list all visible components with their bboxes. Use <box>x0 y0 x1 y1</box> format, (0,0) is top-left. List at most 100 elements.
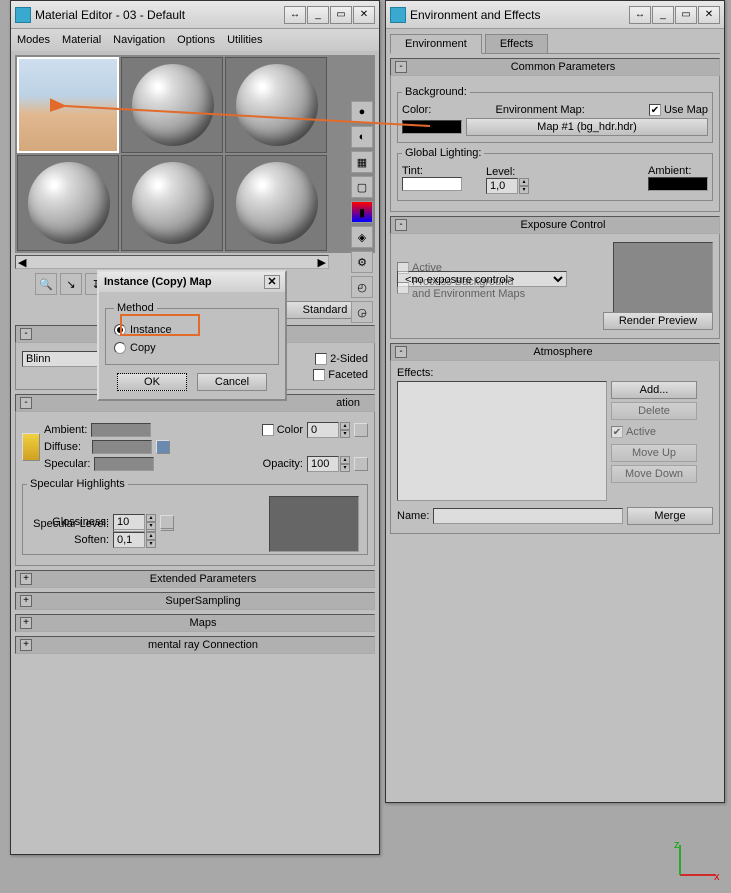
app-icon <box>15 7 31 23</box>
menu-utilities[interactable]: Utilities <box>227 34 262 46</box>
effects-listbox[interactable] <box>397 381 607 501</box>
make-preview-icon[interactable]: ◈ <box>351 226 373 248</box>
atmosphere-header[interactable]: -Atmosphere <box>390 343 720 361</box>
material-slot-6[interactable] <box>225 155 327 251</box>
get-material-icon[interactable]: 🔍 <box>35 273 57 295</box>
pin-icon[interactable]: ↔ <box>629 6 651 24</box>
tab-environment[interactable]: Environment <box>390 34 482 54</box>
exposure-control-header[interactable]: -Exposure Control <box>390 216 720 234</box>
dialog-title: Instance (Copy) Map <box>104 276 212 288</box>
diffuse-map-button[interactable] <box>156 440 170 454</box>
put-to-scene-icon[interactable]: ↘ <box>60 273 82 295</box>
close-icon[interactable]: ✕ <box>698 6 720 24</box>
name-field[interactable] <box>433 508 623 524</box>
material-slot-3[interactable] <box>225 57 327 153</box>
opacity-map-button[interactable] <box>354 457 368 471</box>
name-label: Name: <box>397 510 429 522</box>
map-slot-button[interactable] <box>354 423 368 437</box>
spinner-up-icon[interactable]: ▴ <box>340 422 350 430</box>
spinner-down-icon[interactable]: ▾ <box>340 464 350 472</box>
copy-radio[interactable]: Copy <box>114 342 156 354</box>
tab-effects[interactable]: Effects <box>485 34 548 54</box>
select-by-material-icon[interactable]: ◴ <box>351 276 373 298</box>
two-sided-checkbox[interactable]: 2-Sided <box>315 353 368 365</box>
extended-params-rollout[interactable]: +Extended Parameters <box>15 570 375 588</box>
diffuse-color-swatch[interactable] <box>92 440 152 454</box>
video-check-icon[interactable]: ▮ <box>351 201 373 223</box>
close-icon[interactable]: ✕ <box>264 275 280 289</box>
menu-material[interactable]: Material <box>62 34 101 46</box>
faceted-checkbox[interactable]: Faceted <box>313 369 368 381</box>
minus-icon: - <box>395 346 407 358</box>
add-button[interactable]: Add... <box>611 381 697 399</box>
menu-modes[interactable]: Modes <box>17 34 50 46</box>
sample-type-icon[interactable]: ● <box>351 101 373 123</box>
pin-icon[interactable]: ↔ <box>284 6 306 24</box>
backlight-icon[interactable]: ◐ <box>351 126 373 148</box>
glossiness-spinner[interactable] <box>113 514 145 530</box>
soften-spinner[interactable] <box>113 532 145 548</box>
material-map-navigator-icon[interactable]: ◶ <box>351 301 373 323</box>
sample-uv-icon[interactable]: ▢ <box>351 176 373 198</box>
ambient-color-swatch[interactable] <box>91 423 151 437</box>
axis-gizmo-icon: x z <box>670 840 720 885</box>
dialog-titlebar[interactable]: Instance (Copy) Map ✕ <box>99 272 285 292</box>
specular-highlights-fieldset: Specular Highlights Specular Level:▴▾ Gl… <box>22 478 368 555</box>
global-lighting-legend: Global Lighting: <box>402 147 484 159</box>
color-checkbox[interactable]: Color <box>262 424 303 436</box>
restore-icon[interactable]: ▭ <box>330 6 352 24</box>
material-slot-5[interactable] <box>121 155 223 251</box>
render-preview-button[interactable]: Render Preview <box>603 312 713 330</box>
scroll-right-icon[interactable]: ▶ <box>318 256 326 269</box>
spec-highlights-legend: Specular Highlights <box>27 478 128 490</box>
cancel-button[interactable]: Cancel <box>197 373 267 391</box>
minimize-icon[interactable]: _ <box>652 6 674 24</box>
slots-scrollbar[interactable]: ◀ ▶ <box>15 255 329 269</box>
ambient-swatch[interactable] <box>648 177 708 191</box>
env-map-button[interactable]: Map #1 (bg_hdr.hdr) <box>466 118 708 136</box>
mat-titlebar[interactable]: Material Editor - 03 - Default ↔ _ ▭ ✕ <box>11 1 379 29</box>
use-map-checkbox[interactable]: ✔Use Map <box>649 104 708 116</box>
lock-toggle-icon[interactable] <box>22 433 40 461</box>
soften-label: Soften: <box>27 534 109 546</box>
ambient-label: Ambient: <box>648 165 708 177</box>
fx-active-checkbox: ✔Active <box>611 426 697 438</box>
spinner-up-icon[interactable]: ▴ <box>340 456 350 464</box>
material-slots-grid <box>15 55 375 253</box>
menu-options[interactable]: Options <box>177 34 215 46</box>
instance-radio[interactable]: Instance <box>114 324 172 336</box>
opacity-spinner[interactable] <box>307 456 339 472</box>
merge-button[interactable]: Merge <box>627 507 713 525</box>
mental-ray-rollout[interactable]: +mental ray Connection <box>15 636 375 654</box>
global-lighting-fieldset: Global Lighting: Tint: Level:▴▾ Ambient: <box>397 147 713 201</box>
plus-icon: + <box>20 573 32 585</box>
env-titlebar[interactable]: Environment and Effects ↔ _ ▭ ✕ <box>386 1 724 29</box>
minimize-icon[interactable]: _ <box>307 6 329 24</box>
active-checkbox: Active <box>397 262 442 274</box>
material-slot-4[interactable] <box>17 155 119 251</box>
spinner-down-icon[interactable]: ▾ <box>340 430 350 438</box>
material-slot-1[interactable] <box>17 57 119 153</box>
mat-vertical-toolbar: ● ◐ ▦ ▢ ▮ ◈ ⚙ ◴ ◶ <box>351 101 375 323</box>
background-icon[interactable]: ▦ <box>351 151 373 173</box>
supersampling-rollout[interactable]: +SuperSampling <box>15 592 375 610</box>
background-fieldset: Background: Color: Environment Map: ✔Use… <box>397 86 713 143</box>
color-spinner[interactable] <box>307 422 339 438</box>
glossiness-map-button[interactable] <box>160 515 174 529</box>
bg-color-swatch[interactable] <box>402 120 462 134</box>
svg-text:z: z <box>674 840 680 851</box>
common-params-header[interactable]: -Common Parameters <box>390 58 720 76</box>
ok-button[interactable]: OK <box>117 373 187 391</box>
process-bg-checkbox: Process Background and Environment Maps <box>397 276 525 300</box>
scroll-left-icon[interactable]: ◀ <box>18 256 26 269</box>
specular-color-swatch[interactable] <box>94 457 154 471</box>
restore-icon[interactable]: ▭ <box>675 6 697 24</box>
options-icon[interactable]: ⚙ <box>351 251 373 273</box>
env-map-label: Environment Map: <box>496 104 585 116</box>
menu-navigation[interactable]: Navigation <box>113 34 165 46</box>
maps-rollout[interactable]: +Maps <box>15 614 375 632</box>
close-icon[interactable]: ✕ <box>353 6 375 24</box>
tint-swatch[interactable] <box>402 177 462 191</box>
level-spinner[interactable] <box>486 178 518 194</box>
material-slot-2[interactable] <box>121 57 223 153</box>
